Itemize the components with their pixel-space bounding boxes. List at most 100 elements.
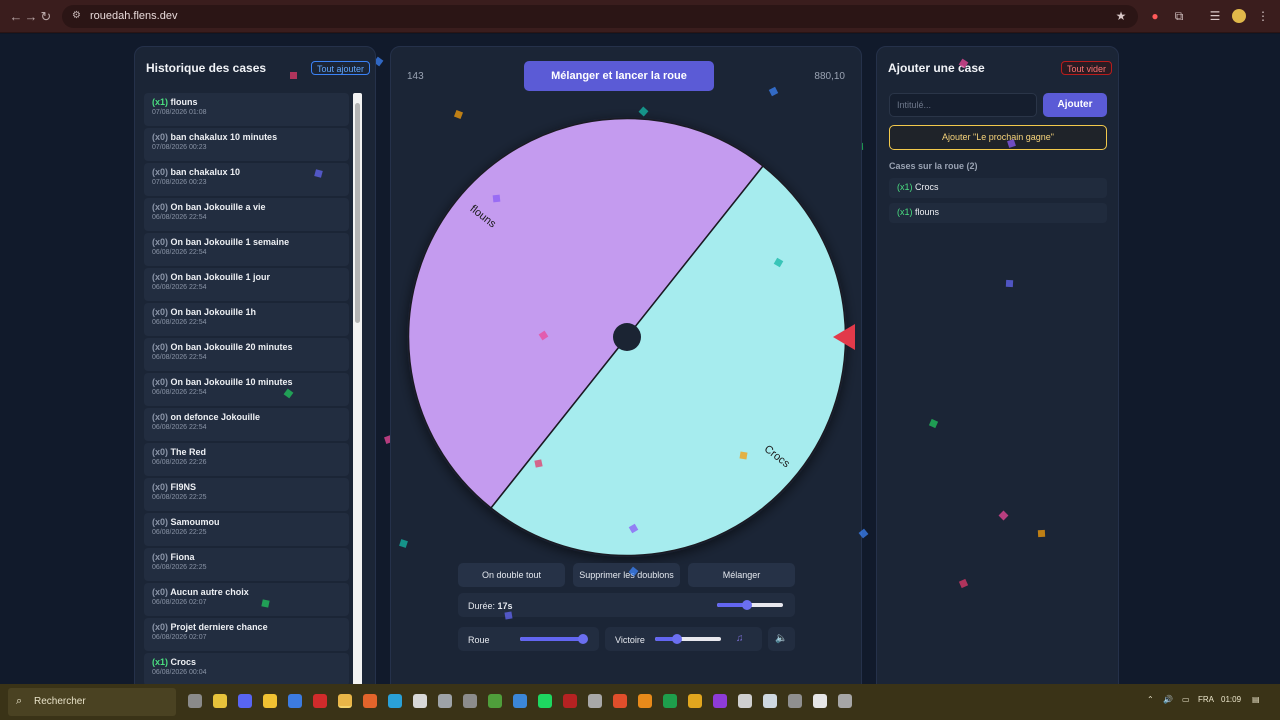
back-icon[interactable]: ← <box>8 9 24 25</box>
app-icon-light[interactable] <box>738 694 752 708</box>
history-item[interactable]: (x0) On ban Jokouille 20 minutes 06/08/20… <box>144 338 349 371</box>
history-item[interactable]: (x0) FI9NS 06/08/2026 22:25 <box>144 478 349 511</box>
history-item[interactable]: (x0) ban chakalux 10 minutes 07/08/2026 0… <box>144 128 349 161</box>
history-scrollbar[interactable] <box>353 93 362 684</box>
history-item-date: 06/08/2026 22:54 <box>152 214 207 221</box>
clear-all-button[interactable]: Tout vider <box>1061 61 1113 75</box>
tray-chevron-icon[interactable]: ⌃ <box>1147 695 1154 704</box>
app-icon-silver[interactable] <box>588 694 602 708</box>
wheel-volume-knob[interactable] <box>578 634 588 644</box>
app-icon-circle[interactable] <box>788 694 802 708</box>
history-item-name: Crocs <box>170 657 197 667</box>
history-item-name: On ban Jokouille 1 jour <box>170 272 271 282</box>
history-item[interactable]: (x0) On ban Jokouille a vie 06/08/2026 22… <box>144 198 349 231</box>
history-item[interactable]: (x0) Aucun autre choix 06/08/2026 02:07 <box>144 583 349 616</box>
history-item-name: ban chakalux 10 <box>170 167 241 177</box>
victory-volume-slider[interactable] <box>655 634 721 644</box>
history-item-date: 06/08/2026 22:54 <box>152 389 207 396</box>
reload-icon[interactable]: ↻ <box>38 9 54 25</box>
extension-icon[interactable]: ● <box>1148 9 1162 23</box>
history-item[interactable]: (x0) Fiona 06/08/2026 22:25 <box>144 548 349 581</box>
spotify-icon[interactable] <box>538 694 552 708</box>
history-item[interactable]: (x0) on defonce Jokouille 06/08/2026 22:5… <box>144 408 349 441</box>
app-icon-red[interactable] <box>313 694 327 708</box>
duration-slider[interactable] <box>717 600 783 610</box>
taskbar-search[interactable]: ⌕ Rechercher <box>8 688 176 716</box>
double-all-button[interactable]: On double tout <box>458 563 565 587</box>
app-icon-amber[interactable] <box>688 694 702 708</box>
app-icon-misc[interactable] <box>838 694 852 708</box>
history-item[interactable]: (x1) flouns 07/08/2026 01:08 <box>144 93 349 126</box>
case-item-crocs[interactable]: (x1) Crocs <box>889 178 1107 198</box>
volume-icon[interactable]: 🔊 <box>1163 695 1173 704</box>
add-all-button[interactable]: Tout ajouter <box>311 61 371 75</box>
firefox-icon[interactable] <box>363 694 377 708</box>
history-item[interactable]: (x0) On ban Jokouille 1 semaine 06/08/202… <box>144 233 349 266</box>
case-item-flouns[interactable]: (x1) flouns <box>889 203 1107 223</box>
app-icon-grey[interactable] <box>438 694 452 708</box>
victory-volume-knob[interactable] <box>672 634 682 644</box>
history-item[interactable]: (x0) On ban Jokouille 1h 06/08/2026 22:54 <box>144 303 349 336</box>
app-icon-purple[interactable] <box>713 694 727 708</box>
extensions-puzzle-icon[interactable]: ⧉ <box>1172 9 1186 23</box>
history-item-name: On ban Jokouille 1h <box>170 307 257 317</box>
clock[interactable]: 01:09 <box>1221 695 1241 704</box>
app-icon-crimson[interactable] <box>563 694 577 708</box>
duration-slider-knob[interactable] <box>742 600 752 610</box>
history-item[interactable]: (x0) ban chakalux 10 07/08/2026 00:23 <box>144 163 349 196</box>
history-item-name: On ban Jokouille 1 semaine <box>170 237 290 247</box>
network-icon[interactable]: ▭ <box>1182 695 1190 704</box>
wheel-volume-slider[interactable] <box>520 634 588 644</box>
steam-icon[interactable] <box>763 694 777 708</box>
vlc-icon[interactable] <box>638 694 652 708</box>
site-info-icon[interactable]: ⚙ <box>72 10 84 22</box>
language-indicator[interactable]: FRA <box>1198 695 1214 704</box>
address-bar[interactable]: ⚙ rouedah.flens.dev <box>62 5 1138 28</box>
history-item-count: (x1) <box>152 97 169 107</box>
history-item[interactable]: (x0) The Red 06/08/2026 22:26 <box>144 443 349 476</box>
history-scrollbar-thumb[interactable] <box>355 103 360 323</box>
widgets-icon[interactable] <box>213 694 227 708</box>
mute-toggle-icon[interactable]: 🔈 <box>768 627 795 651</box>
bookmark-star-icon[interactable]: ★ <box>1114 9 1128 23</box>
history-item[interactable]: (x0) On ban Jokouille 1 jour 06/08/2026 2… <box>144 268 349 301</box>
tab-search-icon[interactable]: ☰ <box>1208 9 1222 23</box>
history-item[interactable]: (x0) On ban Jokouille 10 minutes 06/08/20… <box>144 373 349 406</box>
history-item[interactable]: (x0) Projet derniere chance 06/08/2026 02… <box>144 618 349 651</box>
add-case-button[interactable]: Ajouter <box>1043 93 1107 117</box>
forward-icon[interactable]: → <box>23 9 39 25</box>
spin-button[interactable]: Mélanger et lancer la roue <box>524 61 714 91</box>
history-item-title: (x0) On ban Jokouille 1h <box>152 307 341 317</box>
discord-icon[interactable] <box>238 694 252 708</box>
browser-menu-icon[interactable]: ⋮ <box>1256 9 1270 23</box>
excel-icon[interactable] <box>663 694 677 708</box>
app-icon-x[interactable] <box>813 694 827 708</box>
duration-value: 17s <box>497 601 513 611</box>
wheel-svg[interactable]: flouns Crocs <box>391 97 863 597</box>
profile-avatar-icon[interactable] <box>1232 9 1246 23</box>
app-icon-dark[interactable] <box>463 694 477 708</box>
history-item[interactable]: (x1) Crocs 06/08/2026 00:04 <box>144 653 349 684</box>
history-item[interactable]: (x0) Samoumou 06/08/2026 22:25 <box>144 513 349 546</box>
chrome-icon[interactable] <box>338 694 352 708</box>
history-item-count: (x0) <box>152 377 169 387</box>
store-icon[interactable] <box>288 694 302 708</box>
add-next-wins-button[interactable]: Ajouter "Le prochain gagne" <box>889 125 1107 150</box>
edge-icon[interactable] <box>388 694 402 708</box>
history-item-name: Aucun autre choix <box>170 587 249 597</box>
notifications-icon[interactable]: ▤ <box>1252 695 1260 704</box>
case-title-input[interactable] <box>889 93 1037 117</box>
app-icon-blue[interactable] <box>513 694 527 708</box>
xbox-icon[interactable] <box>488 694 502 708</box>
history-item-date: 07/08/2026 00:23 <box>152 144 207 151</box>
task-view-icon[interactable] <box>188 694 202 708</box>
page-content: Historique des cases Tout ajouter (x1) f… <box>0 34 1280 684</box>
history-item-name: flouns <box>170 97 198 107</box>
duration-label: Durée: 17s <box>468 601 513 611</box>
music-note-icon[interactable]: ♫ <box>736 633 744 644</box>
app-icon-white[interactable] <box>413 694 427 708</box>
file-explorer-icon[interactable] <box>263 694 277 708</box>
app-icon-orange[interactable] <box>613 694 627 708</box>
remove-duplicates-button[interactable]: Supprimer les doublons <box>573 563 680 587</box>
shuffle-button[interactable]: Mélanger <box>688 563 795 587</box>
